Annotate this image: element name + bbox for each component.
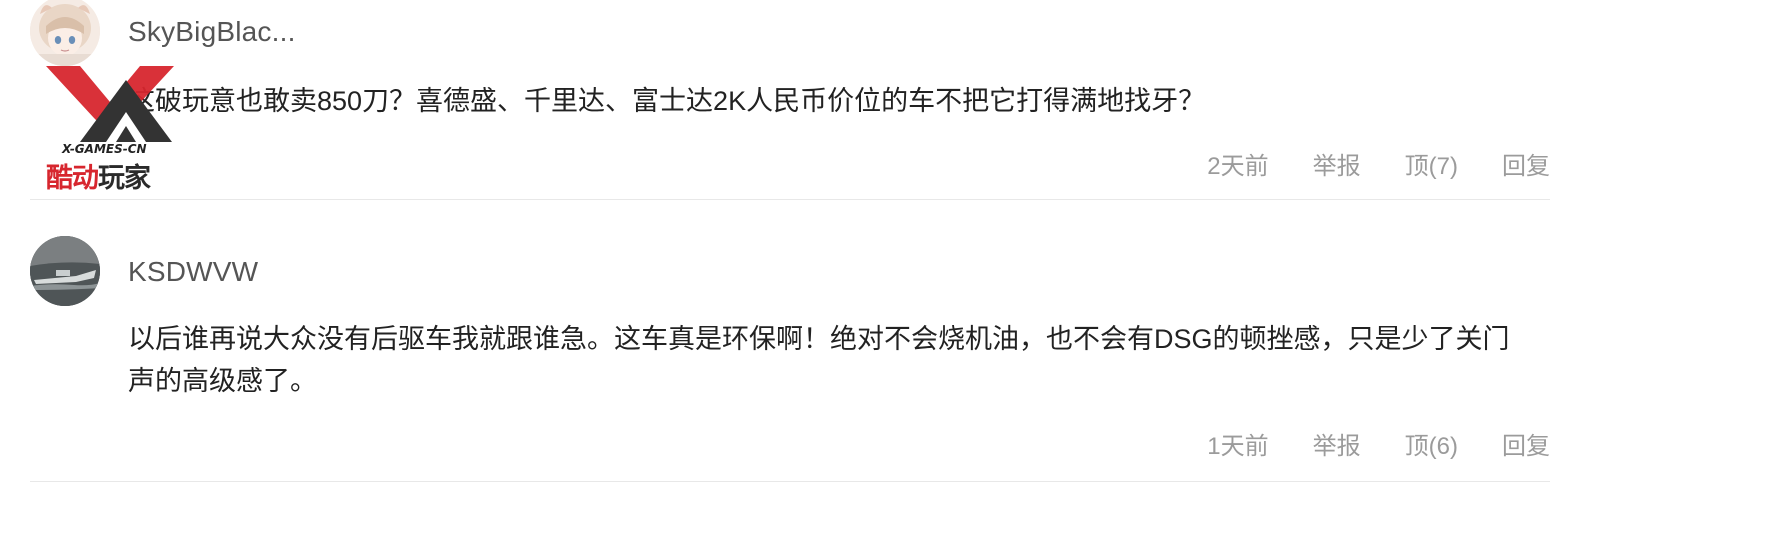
username[interactable]: SkyBigBlac... [128,16,296,48]
watermark-logo: X-GAMES-CN 酷动玩家 [40,62,212,194]
username[interactable]: KSDWVW [128,256,258,288]
user-avatar[interactable] [30,0,100,66]
watermark-text-cn: 酷动玩家 [46,163,151,194]
comment-item: KSDWVW 以后谁再说大众没有后驱车我就跟谁急。这车真是环保啊！绝对不会烧机油… [30,200,1550,482]
comment-time: 1天前 [1207,433,1269,460]
upvote-button[interactable]: 顶(6) [1405,426,1458,461]
reply-button[interactable]: 回复 [1502,146,1550,181]
watermark-text-en: X-GAMES-CN [62,142,147,156]
comment-item: SkyBigBlac... 这破玩意也敢卖850刀？喜德盛、千里达、富士达2K人… [30,0,1550,200]
comment-text: 这破玩意也敢卖850刀？喜德盛、千里达、富士达2K人民币价位的车不把它打得满地找… [128,86,1206,116]
comment-divider [30,481,1550,482]
comment-actions: 2天前 举报 顶(7) 回复 [1207,146,1550,181]
upvote-button[interactable]: 顶(7) [1405,146,1458,181]
reply-button[interactable]: 回复 [1502,426,1550,461]
anime-girl-avatar-icon [30,0,100,66]
comment-actions: 1天前 举报 顶(6) 回复 [1207,426,1550,461]
x-games-logo-icon [46,66,174,142]
report-button[interactable]: 举报 [1313,426,1361,461]
user-avatar[interactable] [30,236,100,306]
comment-list: SkyBigBlac... 这破玩意也敢卖850刀？喜德盛、千里达、富士达2K人… [0,0,1774,550]
comment-time: 2天前 [1207,153,1269,180]
comment-text: 以后谁再说大众没有后驱车我就跟谁急。这车真是环保啊！绝对不会烧机油，也不会有DS… [128,324,1510,396]
report-button[interactable]: 举报 [1313,146,1361,181]
boat-photo-avatar-icon [30,236,100,306]
